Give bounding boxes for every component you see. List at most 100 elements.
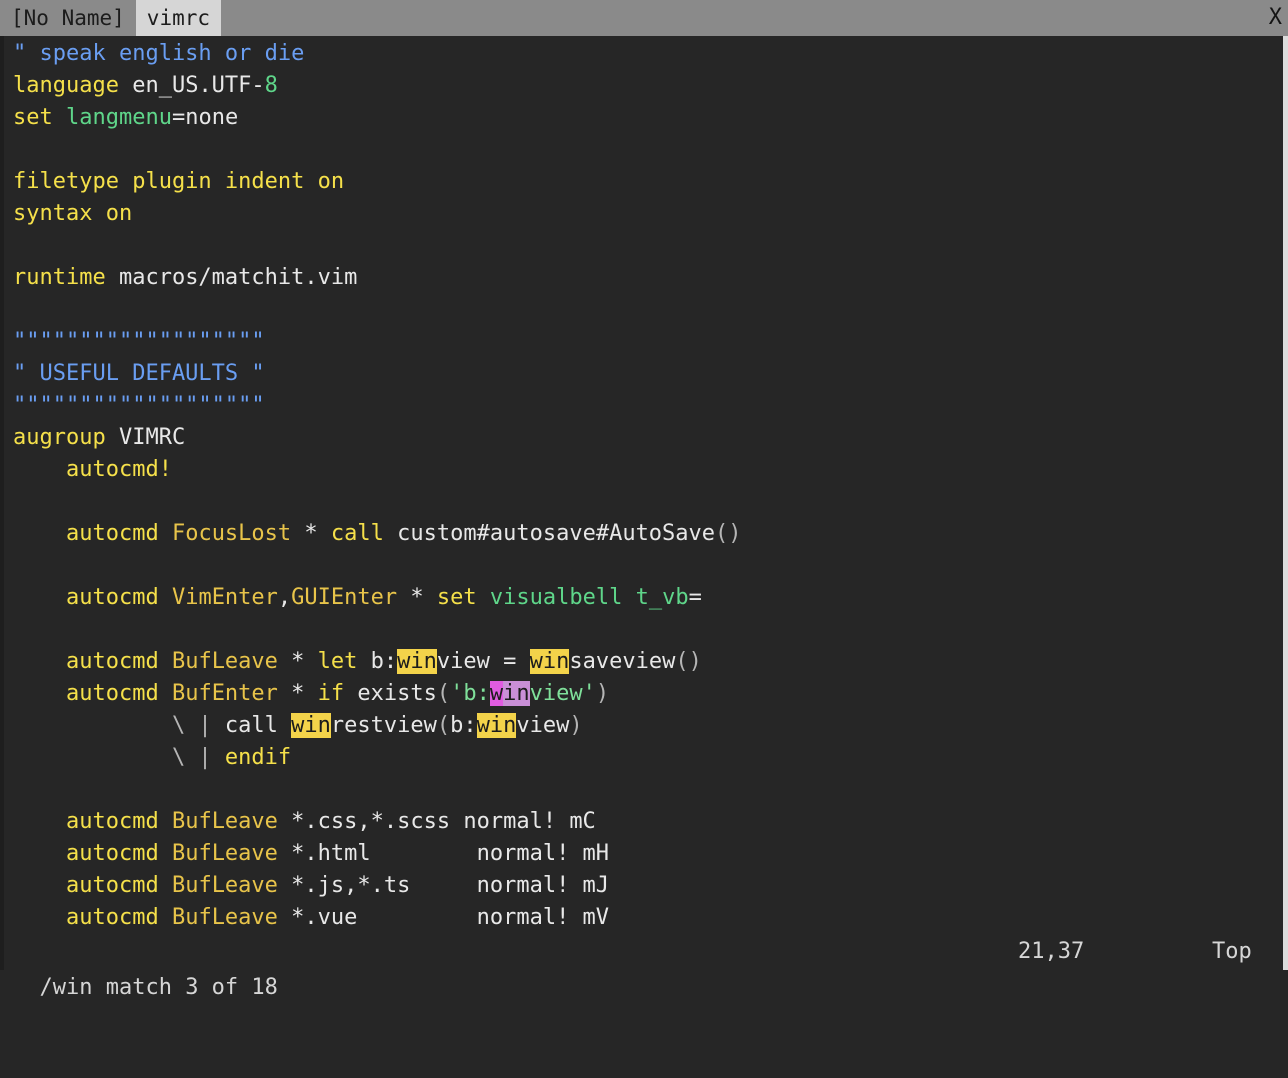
buffer-line[interactable]: autocmd BufLeave *.vue normal! mV [13,902,1288,934]
code-token: = [689,585,702,610]
code-token: BufLeave [172,841,278,866]
buffer-line[interactable]: \ | call winrestview(b:winview) [13,710,1288,742]
buffer-line[interactable]: " USEFUL DEFAULTS " [13,358,1288,390]
right-gutter-scrollbar[interactable] [1283,36,1288,970]
code-token: endif [225,745,291,770]
code-token: \ | [13,745,225,770]
buffer-line[interactable] [13,614,1288,646]
code-token: FocusLost [172,521,291,546]
code-token: () [675,649,702,674]
code-token [53,105,66,130]
tab-no-name[interactable]: [No Name] [0,0,136,36]
code-token: *.js,*.ts normal! mJ [278,873,609,898]
code-token: b: [357,649,397,674]
buffer-line[interactable]: autocmd BufEnter * if exists('b:winview'… [13,678,1288,710]
code-token [477,585,490,610]
buffer-line[interactable]: augroup VIMRC [13,422,1288,454]
buffer-line[interactable] [13,294,1288,326]
code-token: autocmd [66,585,159,610]
search-match-highlight: win [397,649,437,674]
code-token: BufLeave [172,649,278,674]
code-token [278,713,291,738]
code-token: *.css,*.scss normal! mC [278,809,596,834]
buffer-line[interactable]: autocmd BufLeave *.css,*.scss normal! mC [13,806,1288,838]
buffer-line[interactable] [13,134,1288,166]
buffer-line[interactable] [13,230,1288,262]
buffer-line[interactable] [13,550,1288,582]
code-token: () [715,521,742,546]
code-token: runtime [13,265,106,290]
editor-buffer[interactable]: " speak english or dielanguage en_US.UTF… [0,36,1288,934]
buffer-line[interactable] [13,486,1288,518]
buffer-line[interactable]: \ | endif [13,742,1288,774]
buffer-line[interactable]: set langmenu=none [13,102,1288,134]
buffer-line[interactable]: """"""""""""""""""" [13,326,1288,358]
code-token: syntax on [13,201,132,226]
code-token [13,905,66,930]
buffer-line[interactable]: autocmd! [13,454,1288,486]
code-token: restview [331,713,437,738]
code-token: autocmd [66,681,159,706]
buffer-line[interactable]: autocmd BufLeave * let b:winview = winsa… [13,646,1288,678]
code-token: langmenu [66,105,172,130]
buffer-line[interactable]: autocmd BufLeave *.html normal! mH [13,838,1288,870]
code-token: *.html normal! mH [278,841,609,866]
search-match-highlight: win [291,713,331,738]
search-match-highlight: win [530,649,570,674]
code-token: * [291,521,331,546]
code-token [159,681,172,706]
code-token: * [397,585,437,610]
code-token [159,809,172,834]
buffer-line[interactable]: autocmd FocusLost * call custom#autosave… [13,518,1288,550]
buffer-line[interactable]: runtime macros/matchit.vim [13,262,1288,294]
code-token: call [225,713,278,738]
code-token: autocmd [66,873,159,898]
code-token: ( [437,713,450,738]
buffer-line[interactable]: """"""""""""""""""" [13,390,1288,422]
statusline: /win match 3 of 18 21,37 Top [0,934,1288,970]
code-token: autocmd [66,649,159,674]
code-token: BufLeave [172,809,278,834]
code-token [13,809,66,834]
code-token [159,649,172,674]
code-token [13,521,66,546]
code-token: , [278,585,291,610]
code-token: autocmd [66,905,159,930]
close-icon[interactable]: X [1269,0,1288,36]
code-token: set [437,585,477,610]
code-token: - [251,73,264,98]
buffer-line[interactable]: syntax on [13,198,1288,230]
code-token: GUIEnter [291,585,397,610]
code-token: view = [437,649,530,674]
buffer-line[interactable]: language en_US.UTF-8 [13,70,1288,102]
search-match-highlight: w [490,681,503,706]
code-token: " USEFUL DEFAULTS " [13,361,265,386]
search-match-highlight: in [503,681,530,706]
buffer-line[interactable]: autocmd VimEnter,GUIEnter * set visualbe… [13,582,1288,614]
code-token: visualbell t_vb [490,585,689,610]
code-token: BufLeave [172,905,278,930]
buffer-line[interactable] [13,774,1288,806]
ruler: 21,37 [1018,934,1084,970]
code-token: en_US.UTF [119,73,251,98]
code-token: \ | [13,713,225,738]
code-token: * [278,681,318,706]
code-token: autocmd [66,521,159,546]
code-token: exists [344,681,437,706]
code-token: filetype plugin indent on [13,169,344,194]
code-token: VIMRC [106,425,185,450]
tab-vimrc[interactable]: vimrc [136,0,221,36]
buffer-line[interactable]: autocmd BufLeave *.js,*.ts normal! mJ [13,870,1288,902]
buffer-line[interactable]: " speak english or die [13,38,1288,70]
code-token: =none [172,105,238,130]
code-token: 'b: [450,681,490,706]
buffer-line[interactable]: filetype plugin indent on [13,166,1288,198]
code-token: view [516,713,569,738]
code-token [159,873,172,898]
code-token [159,841,172,866]
code-token: language [13,73,119,98]
code-token [159,585,172,610]
code-token: autocmd! [66,457,172,482]
code-token [13,681,66,706]
code-token: *.vue normal! mV [278,905,609,930]
